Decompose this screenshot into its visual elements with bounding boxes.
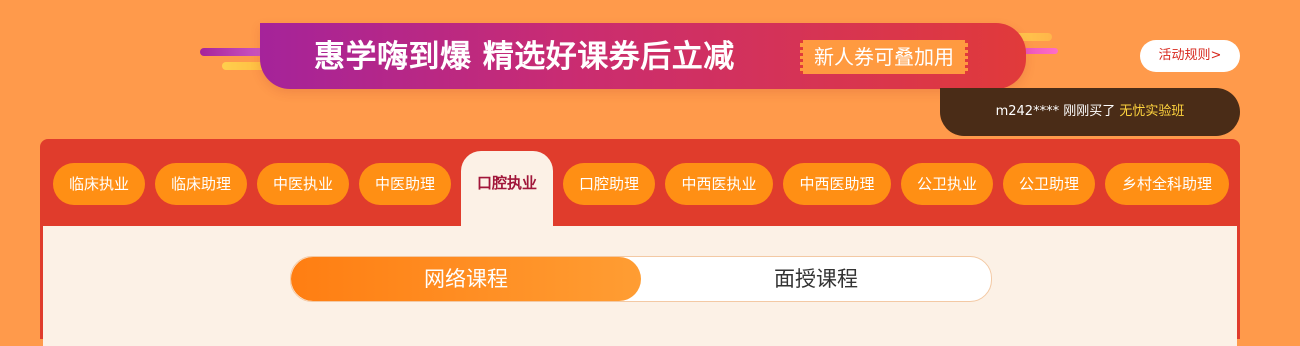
tab-tcm-assistant[interactable]: 中医助理 — [359, 163, 451, 205]
offline-course-option[interactable]: 面授课程 — [641, 257, 991, 301]
tab-rural-general-assistant[interactable]: 乡村全科助理 — [1105, 163, 1229, 205]
purchase-ticker: m242**** 刚刚买了 无忧实验班 — [940, 88, 1240, 136]
course-type-switch: 网络课程 面授课程 — [290, 256, 992, 302]
coupon-tag: 新人券可叠加用 — [800, 40, 968, 74]
tab-integrated-assistant[interactable]: 中西医助理 — [783, 163, 891, 205]
ticker-course: 无忧实验班 — [1119, 104, 1185, 119]
promo-banner: 惠学嗨到爆 精选好课券后立减 新人券可叠加用 — [260, 23, 1026, 89]
decorative-streak — [200, 48, 268, 56]
tab-integrated-practice[interactable]: 中西医执业 — [665, 163, 773, 205]
tab-tcm-practice[interactable]: 中医执业 — [257, 163, 349, 205]
activity-rules-button[interactable]: 活动规则> — [1140, 40, 1240, 72]
course-panel: 临床执业 临床助理 中医执业 中医助理 口腔执业 口腔助理 中西医执业 中西医助… — [40, 139, 1240, 346]
banner-title: 惠学嗨到爆 精选好课券后立减 — [314, 39, 735, 75]
tab-public-health-practice[interactable]: 公卫执业 — [901, 163, 993, 205]
tab-clinical-practice[interactable]: 临床执业 — [53, 163, 145, 205]
tab-public-health-assistant[interactable]: 公卫助理 — [1003, 163, 1095, 205]
ticker-user: m242**** — [995, 104, 1060, 119]
online-course-option[interactable]: 网络课程 — [291, 257, 641, 301]
tab-dental-assistant[interactable]: 口腔助理 — [563, 163, 655, 205]
tab-clinical-assistant[interactable]: 临床助理 — [155, 163, 247, 205]
ticker-action: 刚刚买了 — [1063, 104, 1116, 119]
tab-dental-practice[interactable]: 口腔执业 — [461, 151, 553, 227]
